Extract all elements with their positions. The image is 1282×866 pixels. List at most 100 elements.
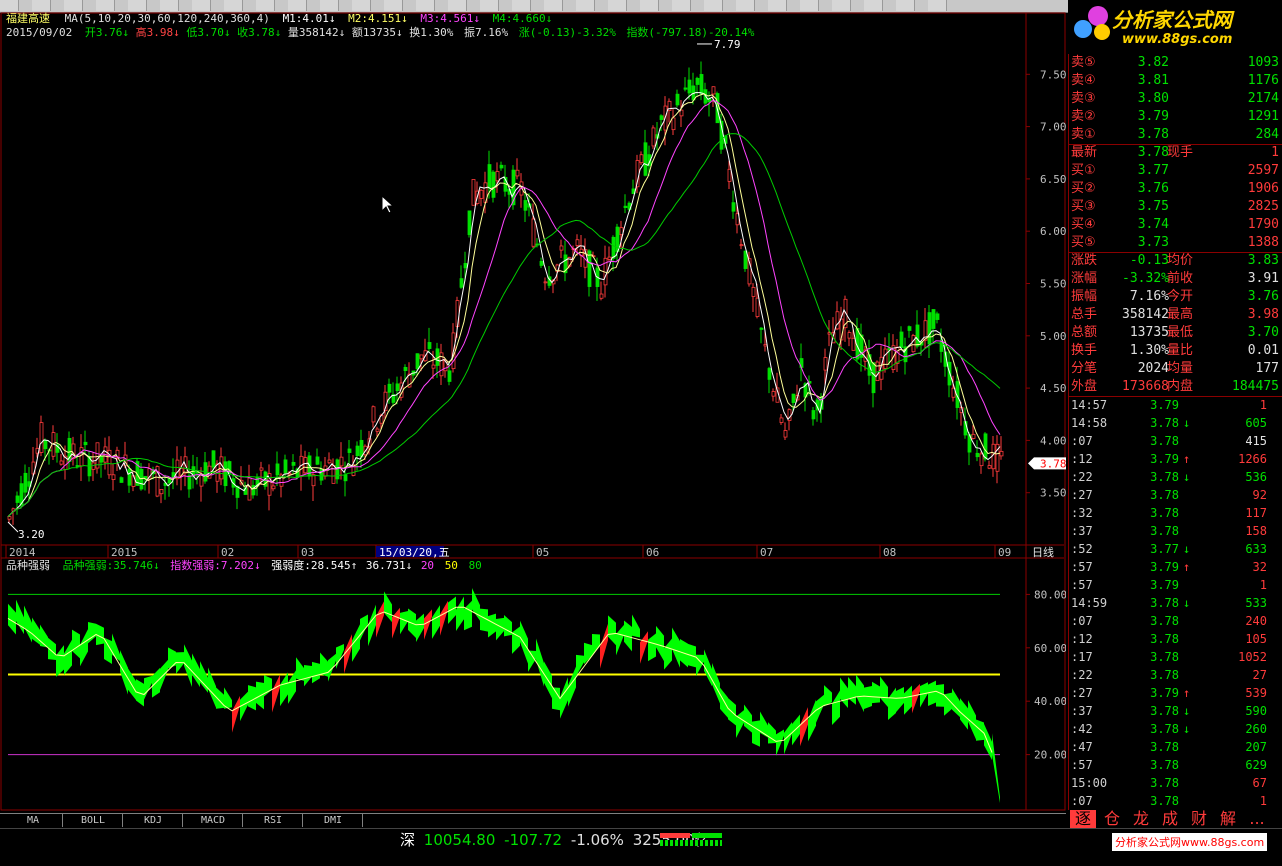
ma-line-2 [7,93,1001,517]
toolbar-button[interactable] [768,0,787,11]
stats-row: 外盘 173668 内盘 184475 [1069,378,1282,396]
strength-band [504,615,512,637]
indicator-tab[interactable]: MACD [184,814,243,827]
candle-body [683,87,688,90]
strength-band [312,661,320,684]
toolbar-button[interactable] [480,0,499,11]
strength-band [960,698,968,730]
toolbar-button[interactable] [384,0,403,11]
strength-band [400,610,408,635]
buy-label: 买④ [1071,217,1096,232]
strength-band [872,681,880,704]
quote-tab[interactable]: ... [1244,810,1270,828]
toolbar-button[interactable] [608,0,627,11]
toolbar-button[interactable] [192,0,211,11]
toolbar-button[interactable] [736,0,755,11]
strength-band [56,645,64,677]
tick-volume: 105 [1245,632,1267,646]
candle-body [283,459,288,474]
quote-tab[interactable]: 财 [1186,810,1212,828]
strength-band [224,687,232,709]
indicator-tab[interactable]: BOLL [64,814,123,827]
strength-band [280,672,288,707]
strength-band [856,674,864,713]
toolbar-button[interactable] [64,0,83,11]
toolbar-button[interactable] [544,0,563,11]
toolbar-button[interactable] [32,0,51,11]
buy-volume: 1906 [1247,181,1279,196]
indicator-tab[interactable]: DMI [304,814,363,827]
toolbar-button[interactable] [352,0,371,11]
candle-body [699,74,704,94]
toolbar-button[interactable] [928,0,947,11]
indicator-v4: 36.731↓ [365,559,413,572]
candle-body [931,309,936,329]
toolbar-button[interactable] [800,0,819,11]
strength-band [880,676,888,708]
latest-label: 最新 [1071,145,1098,160]
toolbar-button[interactable] [576,0,595,11]
tick-price: 3.79 [1150,398,1179,412]
quote-tab[interactable]: 龙 [1128,810,1154,828]
indicator-l1: 20 [420,559,435,572]
index-change: -107.72 [504,831,563,849]
toolbar-button[interactable] [288,0,307,11]
strength-band [64,639,72,675]
index-value: 10054.80 [423,831,496,849]
quote-tab[interactable]: 解 [1215,810,1241,828]
candle-body [515,169,520,177]
toolbar-button[interactable] [224,0,243,11]
toolbar-button[interactable] [160,0,179,11]
high-value: 高3.98↓ [135,26,180,39]
indicator-tab[interactable]: RSI [244,814,303,827]
toolbar-button[interactable] [416,0,435,11]
candle-body [303,457,308,474]
indicator-header-row: 品种强弱 品种强弱:35.746↓ 指数强弱:7.202↓ 强弱度:28.545… [6,560,482,572]
toolbar-button[interactable] [512,0,531,11]
tick-volume: 536 [1245,470,1267,484]
sell-volume: 1093 [1247,55,1279,70]
ma-m4: M4:4.660↓ [492,12,553,25]
tick-row: :12 3.79 ↑ 1266 [1069,450,1282,468]
toolbar-button[interactable] [704,0,723,11]
toolbar-button[interactable] [640,0,659,11]
quote-tab[interactable]: 逐 [1070,810,1096,828]
strength-band [480,608,488,632]
toolbar-button[interactable] [896,0,915,11]
toolbar-button[interactable] [256,0,275,11]
indicator-tab[interactable]: MA [4,814,63,827]
toolbar-button[interactable] [128,0,147,11]
stock-app: 7.50 7.00 6.50 6.00 5.50 5.00 4.50 4.00 3.50 201… [0,0,1282,866]
candle-body [755,297,760,317]
toolbar-button[interactable] [832,0,851,11]
indicator-tick-label: 60.00 [1034,642,1066,655]
chart-area[interactable]: 7.50 7.00 6.50 6.00 5.50 5.00 4.50 4.00 3.50 201… [0,12,1066,812]
tick-time: 14:59 [1071,596,1108,610]
strength-band [104,637,112,664]
tick-volume: 539 [1245,686,1267,700]
strength-band [32,617,40,645]
quote-panel: 卖⑤ 3.82 1093 卖④ 3.81 1176 卖③ 3.80 2174 卖② 3.79 1291… [1068,54,1282,810]
index-pct: -1.06% [570,831,624,849]
quote-tab[interactable]: 仓 [1099,810,1125,828]
toolbar-button[interactable] [0,0,19,11]
tick-price: 3.78 [1150,704,1179,718]
strength-band [720,687,728,718]
strength-band [88,621,96,644]
quote-tab[interactable]: 成 [1157,810,1183,828]
toolbar-button[interactable] [864,0,883,11]
sep-1 [1069,144,1282,145]
toolbar-button[interactable] [672,0,691,11]
tick-time: 14:58 [1071,416,1108,430]
tick-arrow-icon: ↑ [1183,452,1191,466]
indicator-tab[interactable]: KDJ [124,814,183,827]
toolbar-button[interactable] [320,0,339,11]
sell-label: 卖① [1071,127,1096,142]
period-label[interactable]: 日线 [1032,547,1054,559]
candle-body [587,250,592,287]
toolbar-button[interactable] [448,0,467,11]
indicator-l3: 80 [468,559,482,572]
amount-value: 额13735↓ [351,26,403,39]
candle-body [247,477,252,501]
toolbar-button[interactable] [96,0,115,11]
